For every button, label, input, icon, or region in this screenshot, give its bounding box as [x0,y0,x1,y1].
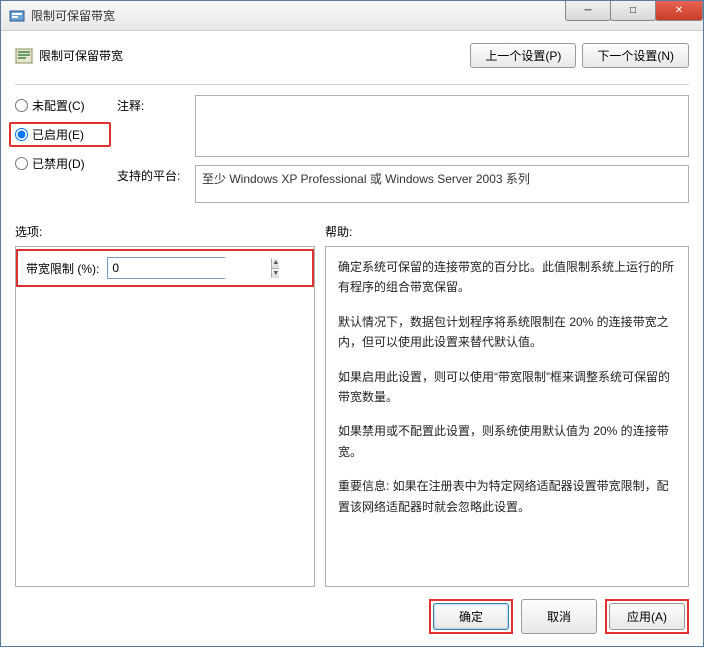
radio-enabled-input[interactable] [15,128,28,141]
help-paragraph: 默认情况下，数据包计划程序将系统限制在 20% 的连接带宽之内，但可以使用此设置… [338,312,680,353]
help-panel[interactable]: 确定系统可保留的连接带宽的百分比。此值限制系统上运行的所有程序的组合带宽保留。 … [325,246,689,587]
window-controls: ─ □ ✕ [566,1,703,21]
options-label: 选项: [15,223,325,240]
state-radios: 未配置(C) 已启用(E) 已禁用(D) [15,95,105,203]
spinner-up[interactable]: ▲ [272,258,279,269]
window-title: 限制可保留带宽 [31,7,115,24]
bandwidth-input[interactable] [108,258,271,278]
help-paragraph: 重要信息: 如果在注册表中为特定网络适配器设置带宽限制，配置该网络适配器时就会忽… [338,476,680,517]
help-paragraph: 如果禁用或不配置此设置，则系统使用默认值为 20% 的连接带宽。 [338,421,680,462]
apply-button[interactable]: 应用(A) [609,603,685,630]
minimize-button[interactable]: ─ [565,1,611,21]
options-panel: 带宽限制 (%): ▲ ▼ [15,246,315,587]
radio-not-configured[interactable]: 未配置(C) [15,97,105,114]
help-label: 帮助: [325,223,352,240]
radio-disabled-input[interactable] [15,157,28,170]
highlight-apply: 应用(A) [605,599,689,634]
divider [15,84,689,85]
next-setting-button[interactable]: 下一个设置(N) [582,43,689,68]
section-labels: 选项: 帮助: [15,223,689,240]
content-area: 限制可保留带宽 上一个设置(P) 下一个设置(N) 未配置(C) 已启用(E) [1,31,703,646]
platform-text: 至少 Windows XP Professional 或 Windows Ser… [195,165,689,203]
radio-enabled[interactable]: 已启用(E) [15,126,105,143]
titlebar[interactable]: 限制可保留带宽 ─ □ ✕ [1,1,703,31]
highlight-bandwidth: 带宽限制 (%): ▲ ▼ [16,249,314,287]
config-row: 未配置(C) 已启用(E) 已禁用(D) 注释: [15,95,689,203]
header-row: 限制可保留带宽 上一个设置(P) 下一个设置(N) [15,43,689,68]
highlight-enabled: 已启用(E) [9,122,111,147]
bandwidth-limit-label: 带宽限制 (%): [26,260,99,277]
main-panels: 带宽限制 (%): ▲ ▼ 确定系统可保留的连接带宽的百分比。此值限制系统上运行… [15,246,689,587]
policy-icon [15,47,33,65]
radio-not-configured-input[interactable] [15,99,28,112]
prev-setting-button[interactable]: 上一个设置(P) [470,43,576,68]
maximize-button[interactable]: □ [610,1,656,21]
ok-button[interactable]: 确定 [433,603,509,630]
radio-disabled[interactable]: 已禁用(D) [15,155,105,172]
help-paragraph: 确定系统可保留的连接带宽的百分比。此值限制系统上运行的所有程序的组合带宽保留。 [338,257,680,298]
bandwidth-spinner[interactable]: ▲ ▼ [107,257,225,279]
app-icon [9,8,25,24]
platform-label: 支持的平台: [117,165,187,203]
comment-textarea[interactable] [195,95,689,157]
comment-label: 注释: [117,95,187,157]
help-paragraph: 如果启用此设置，则可以使用“带宽限制”框来调整系统可保留的带宽数量。 [338,367,680,408]
close-button[interactable]: ✕ [655,1,703,21]
cancel-button[interactable]: 取消 [521,599,597,634]
highlight-ok: 确定 [429,599,513,634]
footer-buttons: 确定 取消 应用(A) [15,587,689,634]
policy-title: 限制可保留带宽 [39,47,123,64]
spinner-down[interactable]: ▼ [272,269,279,279]
dialog-window: 限制可保留带宽 ─ □ ✕ 限制可保留带宽 上一个设置(P) 下一个设置(N) [0,0,704,647]
